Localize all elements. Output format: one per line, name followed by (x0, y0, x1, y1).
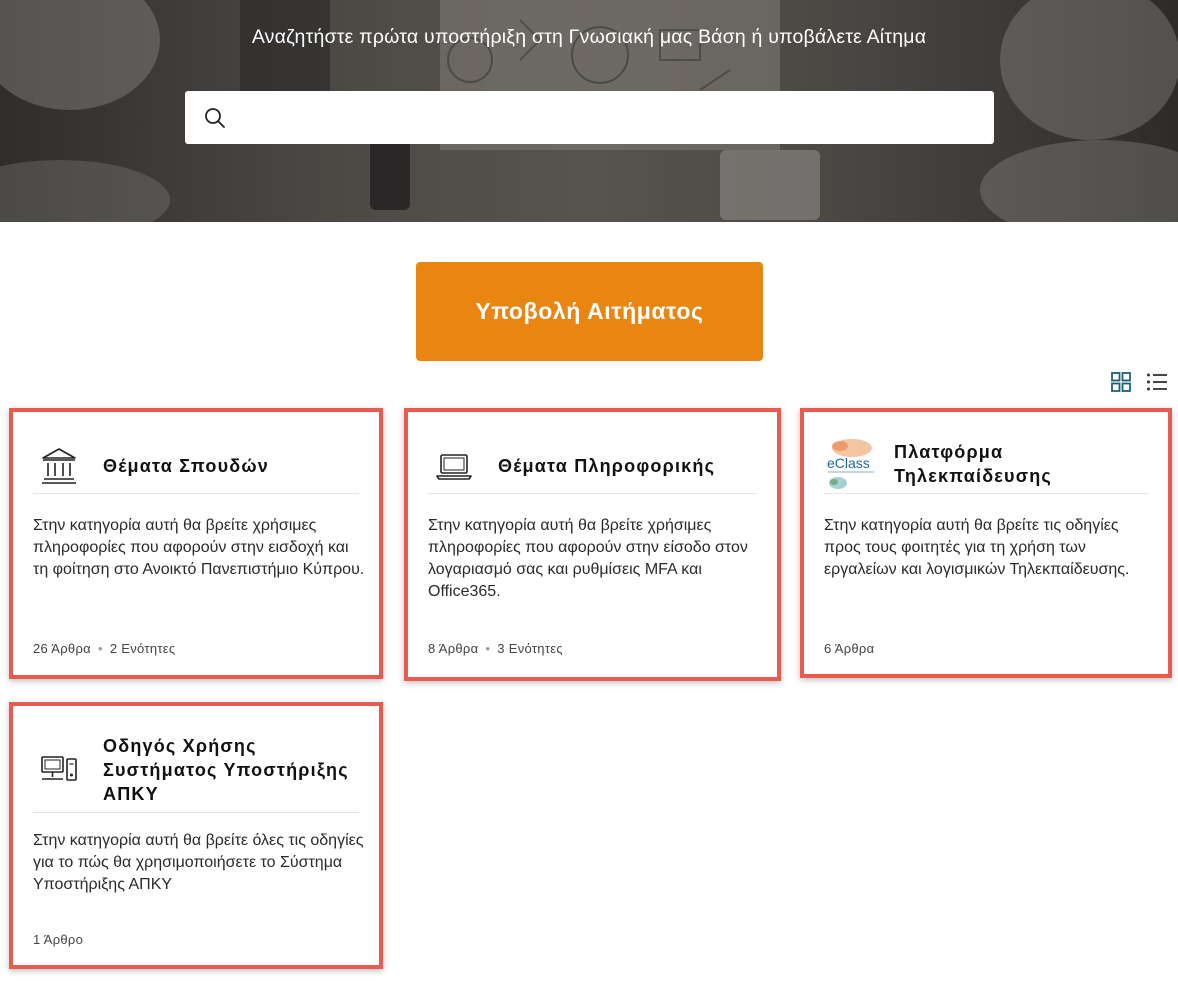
laptop-icon (436, 454, 472, 480)
search-icon (205, 108, 225, 128)
card-title: Θέματα Σπουδών (103, 456, 269, 476)
article-count: 8 Άρθρα (428, 641, 479, 656)
card-description: Στην κατηγορία αυτή θα βρείτε όλες τις ο… (33, 832, 364, 893)
card-meta: 6 Άρθρα (824, 641, 874, 656)
category-card-elearning[interactable]: eClass Πλατφόρμα Τηλεκπαίδευσης Στην κατ… (800, 408, 1172, 678)
eclass-logo-icon: eClass (827, 439, 874, 489)
card-meta: 8 Άρθρα • 3 Ενότητες (428, 641, 563, 656)
card-description: Στην κατηγορία αυτή θα βρείτε τις οδηγίε… (824, 517, 1130, 578)
grid-view-icon[interactable] (1109, 370, 1133, 394)
category-card-it[interactable]: Θέματα Πληροφορικής Στην κατηγορία αυτή … (404, 408, 781, 681)
card-meta: 26 Άρθρα • 2 Ενότητες (33, 641, 175, 656)
card-meta: 1 Άρθρο (33, 932, 83, 947)
eclass-logo-text: eClass (827, 455, 870, 471)
card-title: Πλατφόρμα Τηλεκπαίδευσης (894, 442, 1052, 486)
card-description: Στην κατηγορία αυτή θα βρείτε χρήσιμες π… (33, 517, 365, 578)
category-card-support-guide[interactable]: Οδηγός Χρήσης Συστήματος Υποστήριξης ΑΠΚ… (9, 702, 383, 969)
article-count: 6 Άρθρα (824, 641, 875, 656)
article-count: 1 Άρθρο (33, 932, 84, 947)
article-count: 26 Άρθρα (33, 641, 91, 656)
separator-dot: • (485, 641, 491, 656)
hero-banner: Αναζητήστε πρώτα υποστήριξη στη Γνωσιακή… (0, 0, 1178, 222)
section-count: 3 Ενότητες (497, 641, 563, 656)
list-view-icon[interactable] (1145, 370, 1169, 394)
submit-request-button[interactable]: Υποβολή Αιτήματος (416, 262, 763, 361)
section-count: 2 Ενότητες (109, 641, 176, 656)
card-header: eClass Πλατφόρμα Τηλεκπαίδευσης (824, 412, 1148, 494)
search-input[interactable] (237, 99, 981, 138)
category-card-studies[interactable]: Θέματα Σπουδών Στην κατηγορία αυτή θα βρ… (9, 408, 383, 679)
card-description: Στην κατηγορία αυτή θα βρείτε χρήσιμες π… (428, 517, 748, 600)
search-box[interactable] (185, 91, 994, 144)
separator-dot: • (97, 641, 103, 656)
desktop-computer-icon (41, 756, 77, 781)
hero-title: Αναζητήστε πρώτα υποστήριξη στη Γνωσιακή… (251, 26, 927, 48)
card-header: Οδηγός Χρήσης Συστήματος Υποστήριξης ΑΠΚ… (33, 706, 359, 813)
card-title: Οδηγός Χρήσης Συστήματος Υποστήριξης ΑΠΚ… (103, 736, 349, 804)
card-title: Θέματα Πληροφορικής (498, 456, 716, 476)
institution-icon (42, 448, 76, 484)
card-header: Θέματα Πληροφορικής (428, 412, 757, 494)
card-header: Θέματα Σπουδών (33, 412, 359, 494)
